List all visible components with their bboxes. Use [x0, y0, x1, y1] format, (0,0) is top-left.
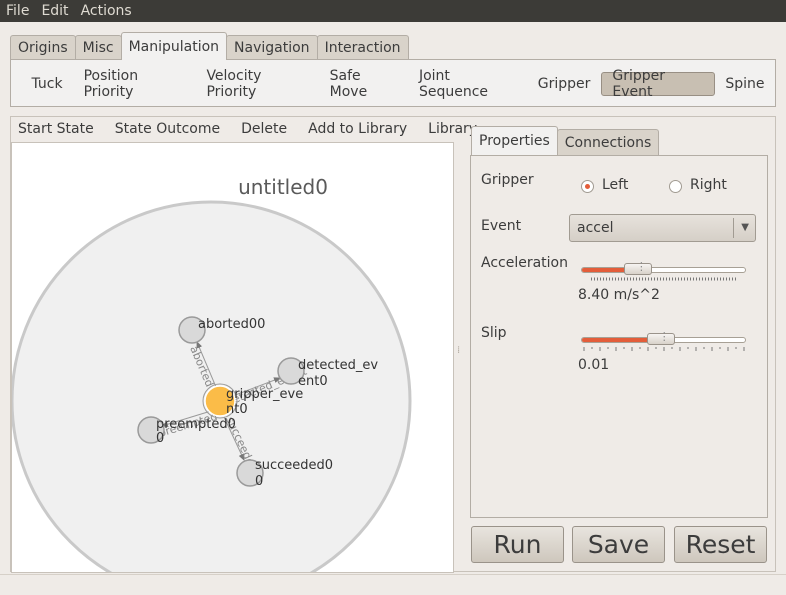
acceleration-ticks — [591, 277, 737, 281]
node-preempted-label: preempted0 — [156, 417, 236, 432]
editor-area: Start State State Outcome Delete Add to … — [10, 116, 776, 573]
event-label: Event — [481, 218, 522, 234]
tool-velocity-priority-button[interactable]: Velocity Priority — [196, 68, 319, 100]
tool-safe-move-button[interactable]: Safe Move — [319, 68, 408, 100]
gripper-left-label[interactable]: Left — [602, 177, 628, 193]
event-select-value: accel — [577, 220, 614, 236]
tab-interaction[interactable]: Interaction — [316, 35, 409, 60]
main-tabbar: Origins Misc Manipulation Navigation Int… — [10, 32, 409, 60]
tool-row: Tuck Position Priority Velocity Priority… — [21, 68, 775, 100]
tool-tuck-button[interactable]: Tuck — [21, 72, 73, 96]
tool-gripper-event-button[interactable]: Gripper Event — [600, 68, 715, 100]
properties-panel: Gripper Left Right Event accel ▼ Acceler… — [470, 155, 768, 518]
properties-tabbar: Properties Connections — [471, 126, 660, 155]
tool-position-priority-button[interactable]: Position Priority — [73, 68, 196, 100]
tool-gripper-button[interactable]: Gripper — [527, 72, 601, 96]
node-succeeded-label-2: 0 — [255, 474, 263, 489]
pane-sash[interactable]: ⁞ — [457, 345, 460, 356]
slip-slider[interactable] — [581, 330, 746, 345]
tab-misc[interactable]: Misc — [74, 35, 122, 60]
slip-label: Slip — [481, 325, 507, 341]
chevron-down-icon: ▼ — [741, 222, 749, 233]
tab-origins[interactable]: Origins — [10, 35, 76, 60]
slip-value: 0.01 — [578, 357, 610, 373]
acceleration-label: Acceleration — [481, 255, 568, 271]
node-aborted-label: aborted00 — [198, 317, 265, 332]
tool-spine-button[interactable]: Spine — [715, 72, 775, 96]
tool-joint-sequence-button[interactable]: Joint Sequence — [408, 68, 527, 100]
acceleration-value: 8.40 m/s^2 — [578, 287, 660, 303]
gripper-left-radio[interactable] — [581, 180, 594, 193]
add-to-library-button[interactable]: Add to Library — [298, 121, 418, 137]
node-preempted-label-2: 0 — [156, 431, 164, 446]
delete-button[interactable]: Delete — [231, 121, 298, 137]
event-select-separator — [733, 218, 734, 238]
tab-connections[interactable]: Connections — [556, 129, 660, 155]
reset-button[interactable]: Reset — [674, 526, 767, 563]
manipulation-panel: Tuck Position Priority Velocity Priority… — [10, 59, 776, 107]
event-select[interactable]: accel ▼ — [569, 214, 756, 242]
slip-slider-handle[interactable] — [646, 330, 675, 345]
node-detected-event-label: detected_ev — [298, 358, 378, 373]
node-succeeded-label: succeeded0 — [255, 458, 333, 473]
menu-file[interactable]: File — [0, 3, 35, 19]
state-outcome-button[interactable]: State Outcome — [104, 121, 230, 137]
gripper-right-radio[interactable] — [669, 180, 682, 193]
menu-actions[interactable]: Actions — [75, 3, 138, 19]
acceleration-slider-handle[interactable] — [623, 260, 652, 275]
start-state-button[interactable]: Start State — [18, 121, 104, 137]
state-toolbar: Start State State Outcome Delete Add to … — [18, 121, 488, 137]
acceleration-slider[interactable] — [581, 260, 746, 275]
gripper-label: Gripper — [481, 172, 534, 188]
menu-edit[interactable]: Edit — [35, 3, 74, 19]
node-gripper-event-label: gripper_eve — [226, 387, 303, 402]
menu-bar: File Edit Actions — [0, 0, 786, 22]
graph-svg[interactable]: untitled0 aborted detected_event preempt… — [12, 143, 453, 572]
slip-ticks — [583, 347, 745, 351]
run-button[interactable]: Run — [471, 526, 564, 563]
tab-properties[interactable]: Properties — [471, 126, 558, 155]
graph-canvas[interactable]: untitled0 aborted detected_event preempt… — [11, 142, 454, 573]
graph-title: untitled0 — [238, 175, 328, 199]
gripper-right-label[interactable]: Right — [690, 177, 727, 193]
save-button[interactable]: Save — [572, 526, 665, 563]
tab-manipulation[interactable]: Manipulation — [120, 32, 228, 60]
node-gripper-event-label-2: nt0 — [226, 402, 248, 417]
tab-navigation[interactable]: Navigation — [226, 35, 318, 60]
status-bar — [0, 574, 786, 595]
